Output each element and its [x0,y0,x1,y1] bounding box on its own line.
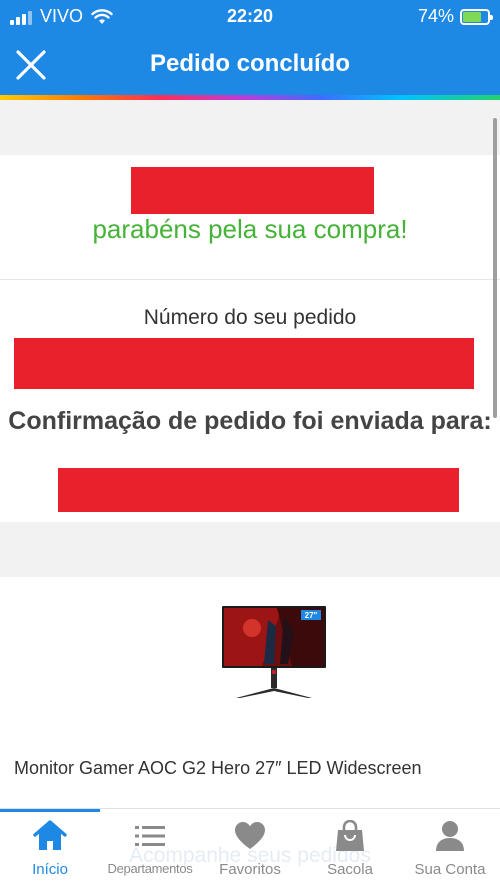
nav-label: Sua Conta [414,861,486,878]
active-tab-indicator [0,809,100,812]
nav-item-sacola[interactable]: Sacola [300,819,400,878]
redacted-order-number [14,338,474,389]
nav-item-departamentos[interactable]: Departamentos [100,819,200,878]
order-number-label: Número do seu pedido [143,306,357,329]
status-bar: VIVO 22:20 74% [0,0,500,34]
nav-item-favoritos[interactable]: Favoritos [200,819,300,878]
nav-label: Início [32,861,68,878]
nav-label: Favoritos [219,861,281,878]
battery-icon [460,8,493,25]
home-icon [33,819,67,853]
user-icon [433,819,467,853]
product-name[interactable]: Monitor Gamer AOC G2 Hero 27″ LED Widesc… [14,758,422,779]
header-accent-strip [0,95,500,100]
menu-icon [133,819,167,853]
bag-icon [333,819,367,853]
battery-info: 74% [417,6,493,27]
screen-size-badge: 27" [305,611,318,620]
nav-label: Departamentos [107,861,193,876]
confirmation-email-label: Confirmação de pedido foi enviada para: [8,407,492,435]
battery-level [463,11,481,22]
scrollbar[interactable] [493,118,497,418]
congrats-message: parabéns pela sua compra! [92,214,408,244]
app-header: Pedido concluído [0,34,500,96]
nav-label: Sacola [327,861,373,878]
bottom-navigation: Acompanhe seus pedidos Início Departamen… [0,808,500,887]
page-title: Pedido concluído [149,50,350,77]
monitor-product-image[interactable]: 27" [222,606,326,698]
nav-item-sua-conta[interactable]: Sua Conta [400,819,500,878]
redacted-email [58,468,459,512]
nav-item-inicio[interactable]: Início [0,819,100,878]
redacted-customer-name [131,167,374,214]
heart-icon [233,819,267,853]
battery-percent: 74% [417,6,454,26]
section-divider [0,279,500,280]
